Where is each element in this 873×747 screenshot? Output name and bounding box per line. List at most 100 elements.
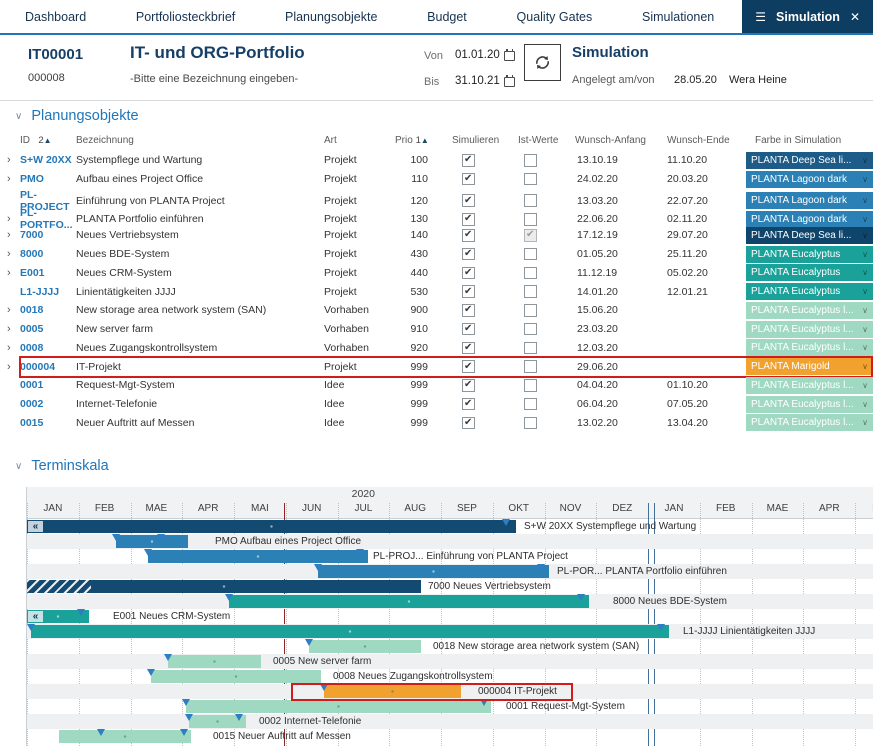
simulieren-checkbox[interactable]: ✔ <box>462 173 475 186</box>
gantt-bar[interactable] <box>318 565 549 578</box>
cell-id[interactable]: 0001 <box>20 379 76 391</box>
expand-chevron-icon[interactable]: › <box>0 229 20 241</box>
table-row-S+W 20XX[interactable]: ›S+W 20XXSystempflege und WartungProjekt… <box>0 151 873 170</box>
expand-chevron-icon[interactable]: › <box>0 154 20 166</box>
table-row-7000[interactable]: ›7000Neues VertriebsystemProjekt140✔✔17.… <box>0 226 873 245</box>
expand-chevron-icon[interactable]: › <box>0 304 20 316</box>
col-header-bezeichnung[interactable]: Bezeichnung <box>76 135 324 146</box>
simulieren-checkbox[interactable]: ✔ <box>462 342 475 355</box>
ist-werte-checkbox[interactable] <box>524 304 537 317</box>
farbe-dropdown[interactable]: PLANTA Eucalyptus∨ <box>746 246 873 263</box>
simulieren-checkbox[interactable]: ✔ <box>462 360 475 373</box>
col-header-farbe[interactable]: Farbe in Simulation <box>746 135 873 146</box>
tab-dashboard[interactable]: Dashboard <box>25 10 86 24</box>
table-row-PL-PORTFO...[interactable]: ›PL-PORTFO...PLANTA Portfolio einführenP… <box>0 207 873 226</box>
gantt-bar[interactable] <box>27 580 421 593</box>
expand-chevron-icon[interactable]: › <box>0 267 20 279</box>
table-row-000004[interactable]: ›000004IT-ProjektProjekt999✔29.06.20PLAN… <box>0 357 873 376</box>
ist-werte-checkbox[interactable] <box>524 285 537 298</box>
ist-werte-checkbox[interactable] <box>524 360 537 373</box>
ist-werte-checkbox[interactable]: ✔ <box>524 229 537 242</box>
cell-id[interactable]: 0018 <box>20 304 76 316</box>
cell-id[interactable]: 0005 <box>20 323 76 335</box>
farbe-dropdown[interactable]: PLANTA Eucalyptus l...∨ <box>746 339 873 356</box>
table-row-PL-PROJECT[interactable]: PL-PROJECTEinführung von PLANTA ProjectP… <box>0 189 873 208</box>
farbe-dropdown[interactable]: PLANTA Deep Sea li...∨ <box>746 152 873 169</box>
tab-planungsobjekte[interactable]: Planungsobjekte <box>285 10 377 24</box>
gantt-bar[interactable] <box>309 640 421 653</box>
table-row-PMO[interactable]: ›PMOAufbau eines Project OfficeProjekt11… <box>0 170 873 189</box>
expand-chevron-icon[interactable]: › <box>0 323 20 335</box>
simulieren-checkbox[interactable]: ✔ <box>462 323 475 336</box>
col-header-art[interactable]: Art <box>324 135 392 146</box>
farbe-dropdown[interactable]: PLANTA Deep Sea li...∨ <box>746 227 873 244</box>
table-row-8000[interactable]: ›8000Neues BDE-SystemProjekt430✔01.05.20… <box>0 245 873 264</box>
ist-werte-checkbox[interactable] <box>524 398 537 411</box>
table-row-E001[interactable]: ›E001Neues CRM-SystemProjekt440✔11.12.19… <box>0 264 873 283</box>
col-header-simulieren[interactable]: Simulieren <box>436 135 506 146</box>
simulieren-checkbox[interactable]: ✔ <box>462 379 475 392</box>
expand-chevron-icon[interactable]: › <box>0 248 20 260</box>
cell-id[interactable]: 8000 <box>20 248 76 260</box>
cell-id[interactable]: 0015 <box>20 417 76 429</box>
cell-id[interactable]: 000004 <box>20 361 76 373</box>
ist-werte-checkbox[interactable] <box>524 417 537 430</box>
ist-werte-checkbox[interactable] <box>524 154 537 167</box>
col-header-id[interactable]: ID 2▲ <box>20 135 76 146</box>
farbe-dropdown[interactable]: PLANTA Marigold∨ <box>746 358 873 375</box>
table-row-0008[interactable]: ›0008Neues ZugangskontrollsystemVorhaben… <box>0 339 873 358</box>
col-header-ist-werte[interactable]: Ist-Werte <box>506 135 566 146</box>
farbe-dropdown[interactable]: PLANTA Lagoon dark∨ <box>746 171 873 188</box>
cell-id[interactable]: 0002 <box>20 398 76 410</box>
ist-werte-checkbox[interactable] <box>524 173 537 186</box>
farbe-dropdown[interactable]: PLANTA Eucalyptus l...∨ <box>746 377 873 394</box>
simulieren-checkbox[interactable]: ✔ <box>462 213 475 226</box>
cell-id[interactable]: 7000 <box>20 229 76 241</box>
tab-simulation-active[interactable]: ☰ Simulation ✕ <box>742 0 873 33</box>
bis-date-field[interactable]: 31.10.21 <box>455 75 500 87</box>
col-header-wunsch-ende[interactable]: Wunsch-Ende <box>658 135 746 146</box>
ist-werte-checkbox[interactable] <box>524 248 537 261</box>
farbe-dropdown[interactable]: PLANTA Eucalyptus l...∨ <box>746 396 873 413</box>
gantt-bar[interactable] <box>168 655 261 668</box>
cell-id[interactable]: L1-JJJJ <box>20 286 76 298</box>
simulieren-checkbox[interactable]: ✔ <box>462 304 475 317</box>
tab-portfoliosteckbrief[interactable]: Portfoliosteckbrief <box>136 10 235 24</box>
table-row-0002[interactable]: 0002Internet-TelefonieIdee999✔06.04.2007… <box>0 395 873 414</box>
menu-icon[interactable]: ☰ <box>755 10 766 24</box>
ist-werte-checkbox[interactable] <box>524 342 537 355</box>
gantt-bar[interactable] <box>148 550 368 563</box>
calendar-icon[interactable] <box>504 49 515 61</box>
gantt-bar[interactable] <box>31 625 669 638</box>
ist-werte-checkbox[interactable] <box>524 213 537 226</box>
tab-budget[interactable]: Budget <box>427 10 467 24</box>
ist-werte-checkbox[interactable] <box>524 379 537 392</box>
cell-id[interactable]: 0008 <box>20 342 76 354</box>
ist-werte-checkbox[interactable] <box>524 194 537 207</box>
simulieren-checkbox[interactable]: ✔ <box>462 398 475 411</box>
farbe-dropdown[interactable]: PLANTA Eucalyptus l...∨ <box>746 414 873 431</box>
section-planungsobjekte[interactable]: ∨ Planungsobjekte <box>15 108 139 124</box>
table-row-0005[interactable]: ›0005New server farmVorhaben910✔23.03.20… <box>0 320 873 339</box>
close-icon[interactable]: ✕ <box>850 10 860 24</box>
simulieren-checkbox[interactable]: ✔ <box>462 194 475 207</box>
gantt-bar[interactable] <box>229 595 589 608</box>
col-header-wunsch-anfang[interactable]: Wunsch-Anfang <box>566 135 658 146</box>
farbe-dropdown[interactable]: PLANTA Eucalyptus∨ <box>746 264 873 281</box>
table-row-0001[interactable]: 0001Request-Mgt-SystemIdee999✔04.04.2001… <box>0 376 873 395</box>
tab-simulationen[interactable]: Simulationen <box>642 10 714 24</box>
cell-id[interactable]: PMO <box>20 173 76 185</box>
gantt-bar[interactable] <box>324 685 461 698</box>
gantt-bar[interactable] <box>59 730 191 743</box>
farbe-dropdown[interactable]: PLANTA Eucalyptus l...∨ <box>746 302 873 319</box>
portfolio-subtitle[interactable]: -Bitte eine Bezeichnung eingeben- <box>130 73 298 85</box>
table-row-L1-JJJJ[interactable]: L1-JJJJLinientätigkeiten JJJJProjekt530✔… <box>0 282 873 301</box>
tab-quality-gates[interactable]: Quality Gates <box>517 10 593 24</box>
expand-chevron-icon[interactable]: › <box>0 213 20 225</box>
ist-werte-checkbox[interactable] <box>524 267 537 280</box>
refresh-simulation-button[interactable] <box>524 44 561 81</box>
col-header-prio[interactable]: Prio 1▲ <box>392 135 436 146</box>
table-row-0015[interactable]: 0015Neuer Auftritt auf MessenIdee999✔13.… <box>0 414 873 433</box>
gantt-bar[interactable]: « <box>27 520 516 533</box>
cell-id[interactable]: S+W 20XX <box>20 154 76 166</box>
